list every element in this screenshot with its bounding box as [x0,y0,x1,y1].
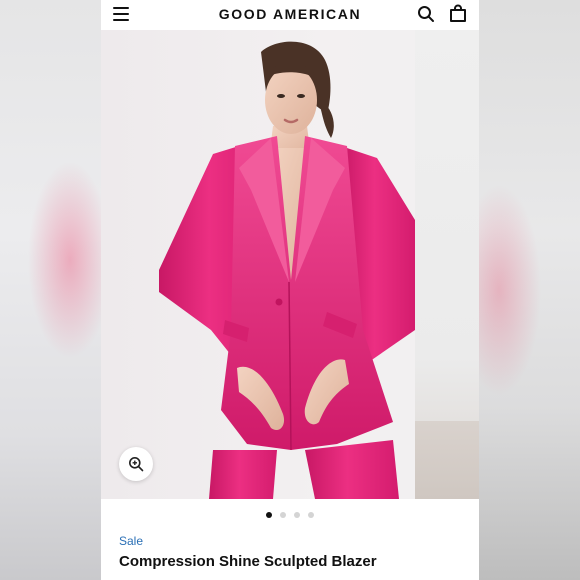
product-image-carousel[interactable] [101,30,479,499]
blurred-background-left [0,0,101,580]
search-icon[interactable] [417,5,435,23]
blurred-background-right [479,0,580,580]
sale-badge: Sale [119,534,144,548]
product-photo-model-in-pink-blazer [159,41,415,499]
product-page: GOOD AMERICAN Sale Compression Shine Scu… [101,0,479,580]
carousel-dot-4[interactable] [308,512,314,518]
zoom-in-icon [129,457,144,472]
carousel-dot-2[interactable] [280,512,286,518]
shopping-bag-icon[interactable] [449,4,467,23]
site-header: GOOD AMERICAN [101,0,479,30]
carousel-pagination [101,512,479,520]
carousel-dot-3[interactable] [294,512,300,518]
product-title: Compression Shine Sculpted Blazer [119,553,377,570]
next-product-image-peek[interactable] [415,30,479,499]
carousel-dot-1[interactable] [266,512,272,518]
zoom-button[interactable] [119,447,153,481]
